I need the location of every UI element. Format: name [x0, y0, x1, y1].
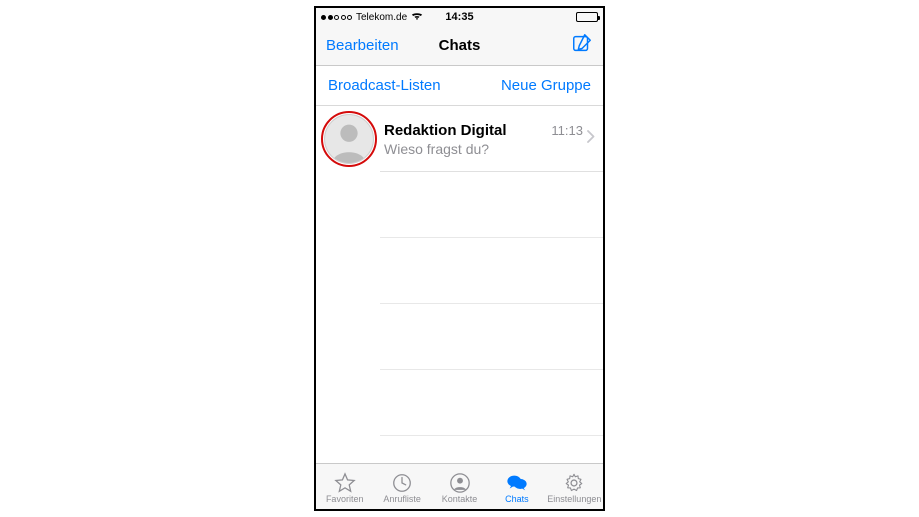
tab-contacts[interactable]: Kontakte	[431, 464, 488, 509]
chat-name: Redaktion Digital	[384, 122, 507, 139]
tab-chats[interactable]: Chats	[488, 464, 545, 509]
carrier-label: Telekom.de	[356, 12, 407, 23]
status-time: 14:35	[445, 11, 473, 23]
signal-strength-icon	[321, 15, 352, 20]
tab-settings[interactable]: Einstellungen	[546, 464, 603, 509]
chat-time: 11:13	[551, 123, 583, 138]
star-icon	[333, 472, 357, 494]
tab-recents[interactable]: Anrufliste	[373, 464, 430, 509]
avatar	[324, 114, 374, 164]
list-separator	[316, 238, 603, 304]
battery-icon	[576, 12, 598, 22]
tab-favorites[interactable]: Favoriten	[316, 464, 373, 509]
contact-icon	[448, 472, 472, 494]
clock-icon	[390, 472, 414, 494]
tab-label: Chats	[505, 495, 529, 504]
tab-label: Einstellungen	[547, 495, 601, 504]
subheader: Broadcast-Listen Neue Gruppe	[316, 66, 603, 106]
phone-frame: Telekom.de 14:35 Bearbeiten Chats	[314, 6, 605, 511]
chat-list[interactable]: Redaktion Digital 11:13 Wieso fragst du?	[316, 106, 603, 463]
edit-button[interactable]: Bearbeiten	[326, 37, 399, 54]
status-bar: Telekom.de 14:35	[316, 8, 603, 26]
compose-icon	[571, 32, 593, 54]
tab-label: Favoriten	[326, 495, 364, 504]
page-title: Chats	[439, 37, 481, 54]
nav-header: Bearbeiten Chats	[316, 26, 603, 66]
wifi-icon	[411, 11, 423, 24]
broadcast-lists-button[interactable]: Broadcast-Listen	[328, 77, 441, 94]
compose-button[interactable]	[571, 32, 593, 59]
chat-preview: Wieso fragst du?	[384, 141, 583, 157]
tab-label: Anrufliste	[383, 495, 421, 504]
new-group-button[interactable]: Neue Gruppe	[501, 77, 591, 94]
list-separator	[316, 370, 603, 436]
chat-bubbles-icon	[505, 472, 529, 494]
tab-bar: Favoriten Anrufliste Kontakte Chats	[316, 463, 603, 509]
tab-label: Kontakte	[442, 495, 478, 504]
chat-row[interactable]: Redaktion Digital 11:13 Wieso fragst du?	[316, 106, 603, 172]
gear-icon	[562, 472, 586, 494]
chevron-right-icon	[587, 130, 595, 148]
person-placeholder-icon	[325, 115, 373, 163]
list-separator	[316, 172, 603, 238]
list-separator	[316, 304, 603, 370]
